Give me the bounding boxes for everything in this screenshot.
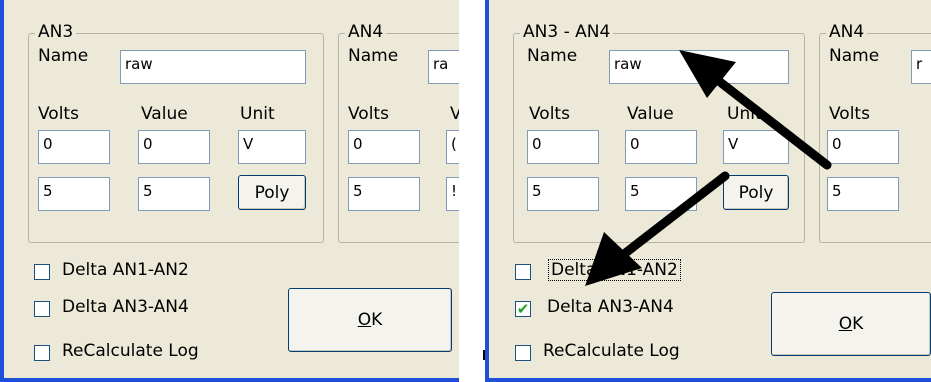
value-max-input[interactable]: 5 (138, 177, 210, 211)
check-mark-icon: ✔ (516, 300, 530, 318)
name-input[interactable]: raw (609, 50, 789, 84)
unit-label: Unit (240, 104, 275, 124)
volts-label: Volts (38, 104, 79, 124)
recalculate-log-checkbox[interactable] (515, 345, 531, 361)
checkbox-label: ReCalculate Log (543, 341, 680, 361)
name-label: Name (829, 46, 880, 66)
value-min-input[interactable]: 0 (138, 130, 210, 164)
poly-button[interactable]: Poly (238, 175, 306, 210)
poly-button-label: Poly (254, 182, 290, 203)
delta-an1-an2-checkbox[interactable] (34, 264, 50, 280)
volts-min-input[interactable]: 0 (348, 130, 420, 164)
volts-label: Volts (348, 104, 389, 124)
group-legend: AN4 (826, 22, 868, 42)
unit-label: Unit (727, 104, 762, 124)
poly-button-label: Poly (738, 182, 774, 203)
volts-max-input[interactable]: 5 (348, 177, 420, 211)
ok-label-rest: K (852, 314, 864, 334)
checkbox-label: Delta AN1-AN2 (548, 259, 681, 281)
value-min-input-partial[interactable]: ( (446, 130, 459, 164)
volts-max-input[interactable]: 5 (827, 177, 899, 211)
name-input[interactable]: raw (120, 50, 306, 84)
value-max-input[interactable]: 5 (625, 177, 697, 211)
volts-label: Volts (529, 104, 570, 124)
value-label: Value (627, 104, 674, 124)
volts-max-input[interactable]: 5 (38, 177, 110, 211)
poly-button[interactable]: Poly (723, 175, 789, 210)
ok-button[interactable]: OK (771, 292, 931, 356)
volts-label: Volts (829, 104, 870, 124)
name-label: Name (38, 46, 89, 66)
volts-min-input[interactable]: 0 (38, 130, 110, 164)
checkbox-label: Delta AN3-AN4 (62, 297, 189, 317)
delta-an3-an4-checkbox[interactable]: ✔ (515, 301, 531, 317)
value-min-input[interactable]: 0 (625, 130, 697, 164)
value-label-partial: V (450, 104, 459, 124)
dialog-after: AN3 - AN4 Name raw Volts Value Unit 0 0 … (485, 0, 931, 382)
value-label: Value (141, 104, 188, 124)
group-legend: AN3 (35, 22, 77, 42)
volts-max-input[interactable]: 5 (527, 177, 599, 211)
name-label: Name (348, 46, 399, 66)
checkbox-label: Delta AN1-AN2 (62, 260, 189, 280)
name-input[interactable]: r (911, 50, 931, 84)
ok-label-rest: K (371, 310, 383, 330)
name-label: Name (527, 46, 578, 66)
ok-mnemonic: O (838, 314, 853, 334)
ok-mnemonic: O (357, 310, 372, 330)
delta-an3-an4-checkbox[interactable] (34, 301, 50, 317)
checkbox-label: ReCalculate Log (62, 341, 199, 361)
name-input[interactable]: ra (428, 50, 459, 84)
checkbox-label: Delta AN3-AN4 (547, 297, 674, 317)
unit-input[interactable]: V (723, 130, 789, 164)
value-max-input-partial[interactable]: ! (446, 177, 459, 211)
ok-button[interactable]: OK (288, 288, 452, 352)
recalculate-log-checkbox[interactable] (34, 345, 50, 361)
group-legend: AN3 - AN4 (520, 22, 614, 42)
unit-input[interactable]: V (238, 130, 306, 164)
volts-min-input[interactable]: 0 (527, 130, 599, 164)
delta-an1-an2-checkbox[interactable] (515, 264, 531, 280)
volts-min-input[interactable]: 0 (827, 130, 899, 164)
dialog-before: AN3 Name raw Volts Value Unit 0 0 V 5 5 … (0, 0, 459, 382)
group-legend: AN4 (345, 22, 387, 42)
separator-mark (483, 350, 485, 360)
